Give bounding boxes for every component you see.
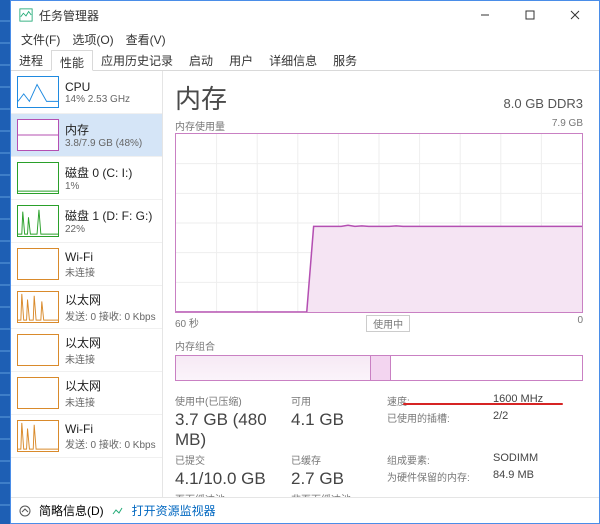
maximize-button[interactable]	[507, 1, 552, 29]
menu-options[interactable]: 选项(O)	[68, 31, 117, 48]
sidebar-item[interactable]: 磁盘 1 (D: F: G:)22%	[11, 200, 162, 243]
stat-available: 4.1 GB	[291, 410, 381, 450]
sidebar-item-name: 以太网	[65, 377, 101, 394]
sidebar-item-sub: 22%	[65, 224, 152, 235]
sidebar-item-sub: 未连接	[65, 351, 101, 366]
stat-label: 为硬件保留的内存:	[387, 469, 487, 489]
stat-speed: 1600 MHz	[493, 393, 573, 408]
sidebar-item[interactable]: 磁盘 0 (C: I:)1%	[11, 157, 162, 200]
main-panel: 内存 8.0 GB DDR3 内存使用量 7.9 GB 60 秒 使用中 0 内…	[163, 71, 599, 497]
stat-label: 非页面缓冲池	[291, 491, 381, 497]
sidebar-item[interactable]: CPU14% 2.53 GHz	[11, 71, 162, 114]
sidebar-item-sub: 14% 2.53 GHz	[65, 94, 130, 105]
sidebar-item-name: Wi-Fi	[65, 422, 156, 436]
sidebar-item-name: 磁盘 0 (C: I:)	[65, 164, 132, 181]
minimize-button[interactable]	[462, 1, 507, 29]
tab-2[interactable]: 应用历史记录	[93, 49, 181, 70]
composition-label: 内存组合	[175, 338, 583, 353]
thumb-chart	[17, 76, 59, 108]
sidebar-item-name: 以太网	[65, 334, 101, 351]
thumb-chart	[17, 334, 59, 366]
thumb-chart	[17, 248, 59, 280]
close-button[interactable]	[552, 1, 597, 29]
window-title: 任务管理器	[39, 7, 99, 24]
chart-max: 7.9 GB	[552, 118, 583, 133]
stat-committed: 4.1/10.0 GB	[175, 469, 285, 489]
stats-grid: 使用中(已压缩) 可用 速度: 1600 MHz 3.7 GB (480 MB)…	[175, 393, 583, 497]
fewer-details-button[interactable]: 简略信息(D)	[39, 502, 104, 519]
stat-label: 已使用的插槽:	[387, 410, 487, 450]
stat-hwreserved: 84.9 MB	[493, 469, 573, 489]
stat-label-speed: 速度:	[387, 393, 487, 408]
stat-label: 使用中(已压缩)	[175, 393, 285, 408]
task-manager-window: 任务管理器 文件(F) 选项(O) 查看(V) 进程性能应用历史记录启动用户详细…	[10, 0, 600, 524]
axis-left: 60 秒	[175, 315, 199, 332]
tab-3[interactable]: 启动	[181, 49, 221, 70]
sidebar-item[interactable]: 以太网未连接	[11, 329, 162, 372]
stat-label: 组成要素:	[387, 452, 487, 467]
statusbar: 简略信息(D) 打开资源监视器	[11, 497, 599, 523]
sidebar-item[interactable]: Wi-Fi未连接	[11, 243, 162, 286]
thumb-chart	[17, 205, 59, 237]
open-resource-monitor-link[interactable]: 打开资源监视器	[132, 502, 216, 519]
sidebar-item-name: CPU	[65, 80, 130, 94]
tab-4[interactable]: 用户	[221, 49, 261, 70]
page-title: 内存	[175, 79, 227, 116]
stat-in-use: 3.7 GB (480 MB)	[175, 410, 285, 450]
stat-label: 可用	[291, 393, 381, 408]
memory-composition-chart	[175, 355, 583, 381]
sidebar-item-name: 内存	[65, 121, 142, 138]
sidebar-item[interactable]: 内存3.8/7.9 GB (48%)	[11, 114, 162, 157]
stat-cached: 2.7 GB	[291, 469, 381, 489]
thumb-chart	[17, 162, 59, 194]
tabbar: 进程性能应用历史记录启动用户详细信息服务	[11, 49, 599, 71]
sidebar-item-sub: 发送: 0 接收: 0 Kbps	[65, 436, 156, 451]
menu-file[interactable]: 文件(F)	[17, 31, 64, 48]
sidebar-item-sub: 3.8/7.9 GB (48%)	[65, 138, 142, 149]
stat-label: 已提交	[175, 452, 285, 467]
thumb-chart	[17, 291, 59, 323]
sidebar-item[interactable]: 以太网未连接	[11, 372, 162, 415]
tab-0[interactable]: 进程	[11, 49, 51, 70]
stat-slots: 2/2	[493, 410, 573, 450]
sidebar-item-name: 以太网	[65, 291, 156, 308]
sidebar-item-sub: 1%	[65, 181, 132, 192]
chevron-up-icon[interactable]	[19, 505, 31, 517]
memory-spec: 8.0 GB DDR3	[504, 96, 583, 111]
sidebar-item-name: 磁盘 1 (D: F: G:)	[65, 207, 152, 224]
tab-5[interactable]: 详细信息	[261, 49, 325, 70]
sidebar-item-sub: 未连接	[65, 264, 95, 279]
thumb-chart	[17, 119, 59, 151]
thumb-chart	[17, 377, 59, 409]
stat-formfactor: SODIMM	[493, 452, 573, 467]
tab-6[interactable]: 服务	[325, 49, 365, 70]
sidebar-item-sub: 发送: 0 接收: 0 Kbps	[65, 308, 156, 323]
menubar: 文件(F) 选项(O) 查看(V)	[11, 29, 599, 49]
app-icon	[19, 8, 33, 22]
stat-label: 页面缓冲池	[175, 491, 285, 497]
axis-right: 0	[577, 315, 583, 332]
thumb-chart	[17, 420, 59, 452]
stat-label: 已缓存	[291, 452, 381, 467]
sidebar-item-name: Wi-Fi	[65, 250, 95, 264]
chart-label: 内存使用量	[175, 118, 225, 133]
axis-mid: 使用中	[366, 315, 410, 332]
sidebar-item-sub: 未连接	[65, 394, 101, 409]
sidebar: CPU14% 2.53 GHz内存3.8/7.9 GB (48%)磁盘 0 (C…	[11, 71, 163, 497]
monitor-icon	[112, 505, 124, 517]
menu-view[interactable]: 查看(V)	[122, 31, 170, 48]
titlebar: 任务管理器	[11, 1, 599, 29]
tab-1[interactable]: 性能	[51, 50, 93, 71]
sidebar-item[interactable]: Wi-Fi发送: 0 接收: 0 Kbps	[11, 415, 162, 458]
sidebar-item[interactable]: 以太网发送: 0 接收: 0 Kbps	[11, 286, 162, 329]
memory-usage-chart	[175, 133, 583, 313]
